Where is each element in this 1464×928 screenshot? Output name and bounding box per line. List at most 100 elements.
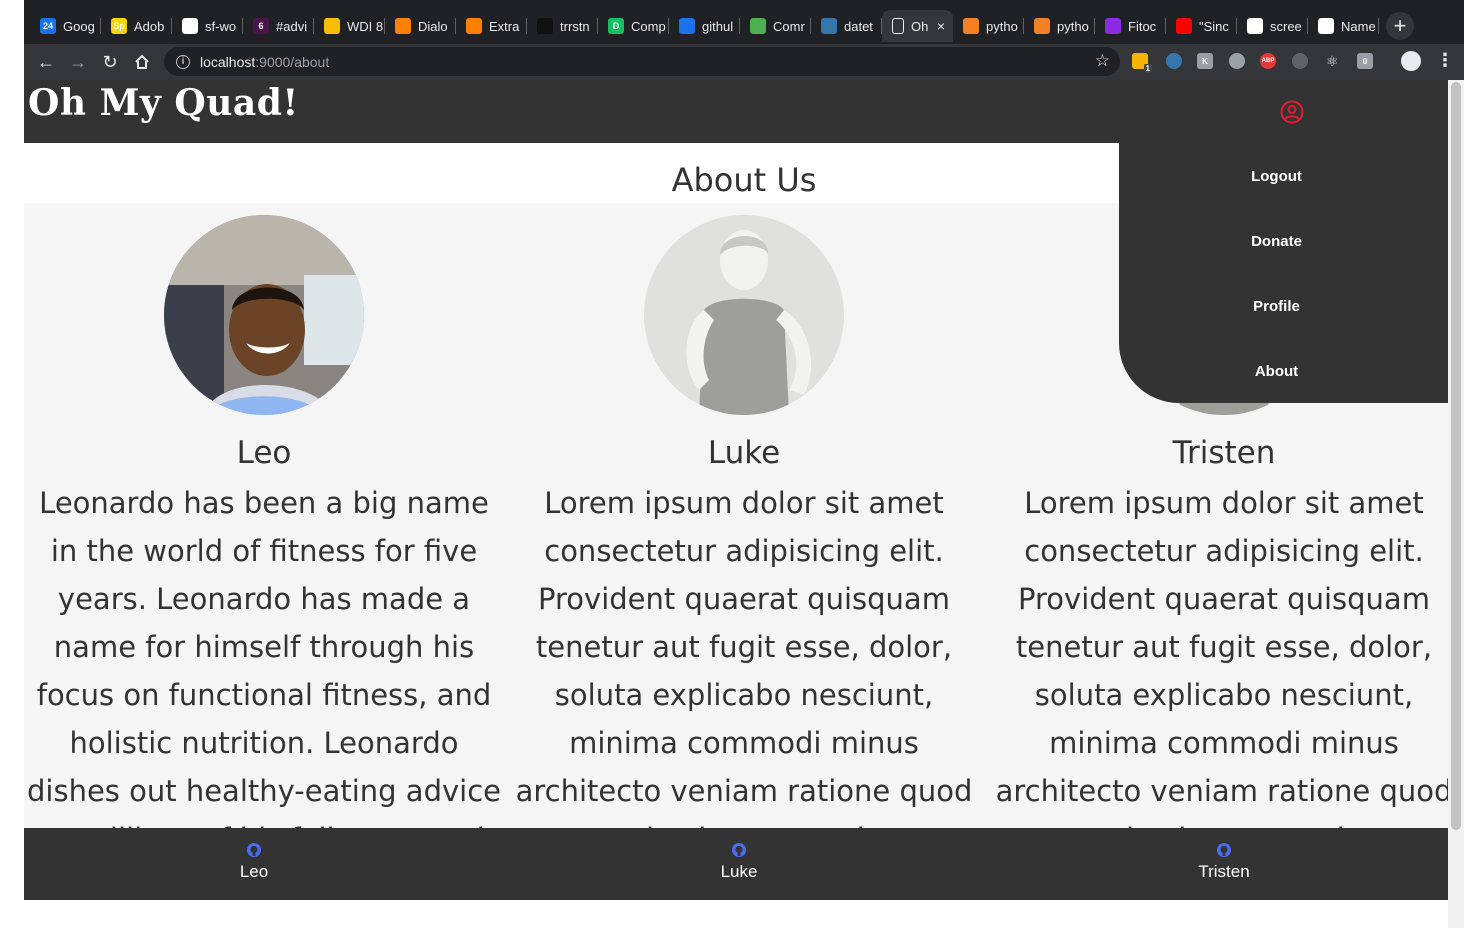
tab-title: Name xyxy=(1341,18,1376,34)
tab-title: Oh xyxy=(911,18,929,34)
github-icon xyxy=(1217,843,1231,857)
browser-tab[interactable]: pytho xyxy=(953,10,1024,42)
browser-tab[interactable]: Extra xyxy=(456,10,527,42)
tab-title: "Sinc xyxy=(1199,18,1229,34)
tab-title: pytho xyxy=(986,18,1018,34)
stackoverflow-icon xyxy=(1034,18,1050,34)
url-host: localhost xyxy=(200,53,256,70)
qr-icon xyxy=(750,18,766,34)
browser-tab[interactable]: "Sinc xyxy=(1166,10,1237,42)
member-name: Leo xyxy=(236,435,292,471)
reload-icon[interactable]: ↻ xyxy=(98,50,122,74)
browser-tab[interactable]: 24 Goog xyxy=(30,10,101,42)
profile-avatar-icon[interactable] xyxy=(1401,51,1421,71)
browser-toolbar: ← → ↻ i localhost:9000/about ☆ 1 K ABP ⚛… xyxy=(24,44,1464,80)
tab-title: sf-wo xyxy=(205,18,237,34)
footer-link-tristen[interactable]: Tristen xyxy=(1144,842,1304,882)
member-card-leo: Leo Leonardo has been a big name in the … xyxy=(24,215,504,900)
footer-link-label: Leo xyxy=(239,862,269,881)
browser-tab-strip: 24 Goog Sp Adob sf-wo 6 #advi WDI 8 Dialo Extra tr… xyxy=(0,0,1464,44)
tab-title: datet xyxy=(844,18,873,34)
footer-link-label: Luke xyxy=(720,862,758,881)
window-edge xyxy=(0,0,24,928)
extension-drop-icon[interactable] xyxy=(1292,53,1308,69)
react-devtools-icon[interactable]: ⚛ xyxy=(1324,53,1340,69)
site-footer: Leo Luke Tristen xyxy=(24,828,1448,900)
scrollbar-thumb[interactable] xyxy=(1451,82,1461,830)
browser-tab[interactable]: D Comp xyxy=(598,10,669,42)
tab-title: #advi xyxy=(276,18,308,34)
browser-tab[interactable]: datet xyxy=(811,10,882,42)
browser-tab[interactable]: Dialo xyxy=(385,10,456,42)
address-bar[interactable]: i localhost:9000/about ☆ xyxy=(164,47,1120,76)
close-tab-icon[interactable]: × xyxy=(937,18,945,34)
browser-tab[interactable]: scree xyxy=(1237,10,1308,42)
adblock-plus-icon[interactable]: ABP xyxy=(1260,53,1276,69)
dialogflow-icon xyxy=(395,18,411,34)
browser-tab[interactable]: sf-wo xyxy=(172,10,243,42)
browser-tab[interactable]: trrstn xyxy=(527,10,598,42)
page-scrollbar[interactable] xyxy=(1448,80,1464,928)
browser-tab[interactable]: pytho xyxy=(1024,10,1095,42)
tab-title: Adob xyxy=(134,18,165,34)
browser-tab[interactable]: WDI 8 xyxy=(314,10,385,42)
purple-logo-icon xyxy=(1105,18,1121,34)
dialogflow-icon xyxy=(466,18,482,34)
extension-hat-icon[interactable] xyxy=(1229,53,1245,69)
extension-badge: 1 xyxy=(1143,64,1152,73)
extension-zero-icon[interactable]: 0 xyxy=(1357,53,1373,69)
avatar-placeholder-icon xyxy=(644,215,844,415)
footer-link-luke[interactable]: Luke xyxy=(659,842,819,882)
tab-title: scree xyxy=(1270,18,1302,34)
extension-notes-icon[interactable]: 1 xyxy=(1132,53,1152,73)
menu-item-logout[interactable]: Logout xyxy=(1119,168,1434,185)
site-logo[interactable]: Oh My Quad! xyxy=(28,82,299,124)
member-bio: Lorem ipsum dolor sit amet consectetur a… xyxy=(515,486,973,856)
github-icon xyxy=(182,18,198,34)
extension-k-icon[interactable]: K xyxy=(1197,53,1213,69)
stackoverflow-icon xyxy=(963,18,979,34)
python-extension-icon[interactable] xyxy=(1166,53,1182,69)
browser-tab[interactable]: Sp Adob xyxy=(101,10,172,42)
menu-item-about[interactable]: About xyxy=(1119,363,1434,380)
menu-item-profile[interactable]: Profile xyxy=(1119,298,1434,315)
tab-title: pytho xyxy=(1057,18,1089,34)
youtube-icon xyxy=(1176,18,1192,34)
flag-icon xyxy=(679,18,695,34)
slack-icon: 6 xyxy=(253,18,269,34)
browser-tab[interactable]: Oh × xyxy=(882,10,953,42)
info-icon[interactable]: i xyxy=(176,54,190,69)
web-page: Oh My Quad! About Us Leo Leonardo has be… xyxy=(24,80,1448,900)
tab-title: WDI 8 xyxy=(347,18,384,34)
url-path: :9000/about xyxy=(255,53,330,70)
user-account-icon[interactable] xyxy=(1280,100,1304,124)
github-icon xyxy=(732,843,746,857)
bookmark-star-icon[interactable]: ☆ xyxy=(1095,51,1110,71)
adobe-spark-icon: Sp xyxy=(111,18,127,34)
member-name: Tristen xyxy=(1172,435,1276,471)
google-calendar-icon: 24 xyxy=(40,18,56,34)
forward-arrow-icon[interactable]: → xyxy=(66,50,90,74)
menu-item-donate[interactable]: Donate xyxy=(1119,233,1434,250)
tab-title: Dialo xyxy=(418,18,448,34)
browser-tab[interactable]: Comr xyxy=(740,10,811,42)
site-navbar: Oh My Quad! xyxy=(24,80,1448,143)
tab-title: trrstn xyxy=(560,18,590,34)
browser-menu-icon[interactable]: ⋮ xyxy=(1436,50,1454,71)
home-icon[interactable] xyxy=(130,50,154,74)
back-arrow-icon[interactable]: ← xyxy=(34,50,58,74)
new-tab-button[interactable]: + xyxy=(1386,12,1414,40)
tab-list: 24 Goog Sp Adob sf-wo 6 #advi WDI 8 Dialo Extra tr… xyxy=(30,10,1379,42)
footer-link-leo[interactable]: Leo xyxy=(174,842,334,882)
browser-tab[interactable]: Fitoc xyxy=(1095,10,1166,42)
browser-tab[interactable]: githul xyxy=(669,10,740,42)
tab-title: Extra xyxy=(489,18,520,34)
member-card-luke: Luke Lorem ipsum dolor sit amet consecte… xyxy=(504,215,984,863)
user-dropdown-menu: Logout Donate Profile About xyxy=(1119,143,1448,403)
browser-tab[interactable]: 6 #advi xyxy=(243,10,314,42)
avatar xyxy=(164,215,364,415)
tab-title: githul xyxy=(702,18,734,34)
footer-link-label: Tristen xyxy=(1198,862,1250,881)
browser-tab[interactable]: Name xyxy=(1308,10,1379,42)
slides-icon xyxy=(324,18,340,34)
